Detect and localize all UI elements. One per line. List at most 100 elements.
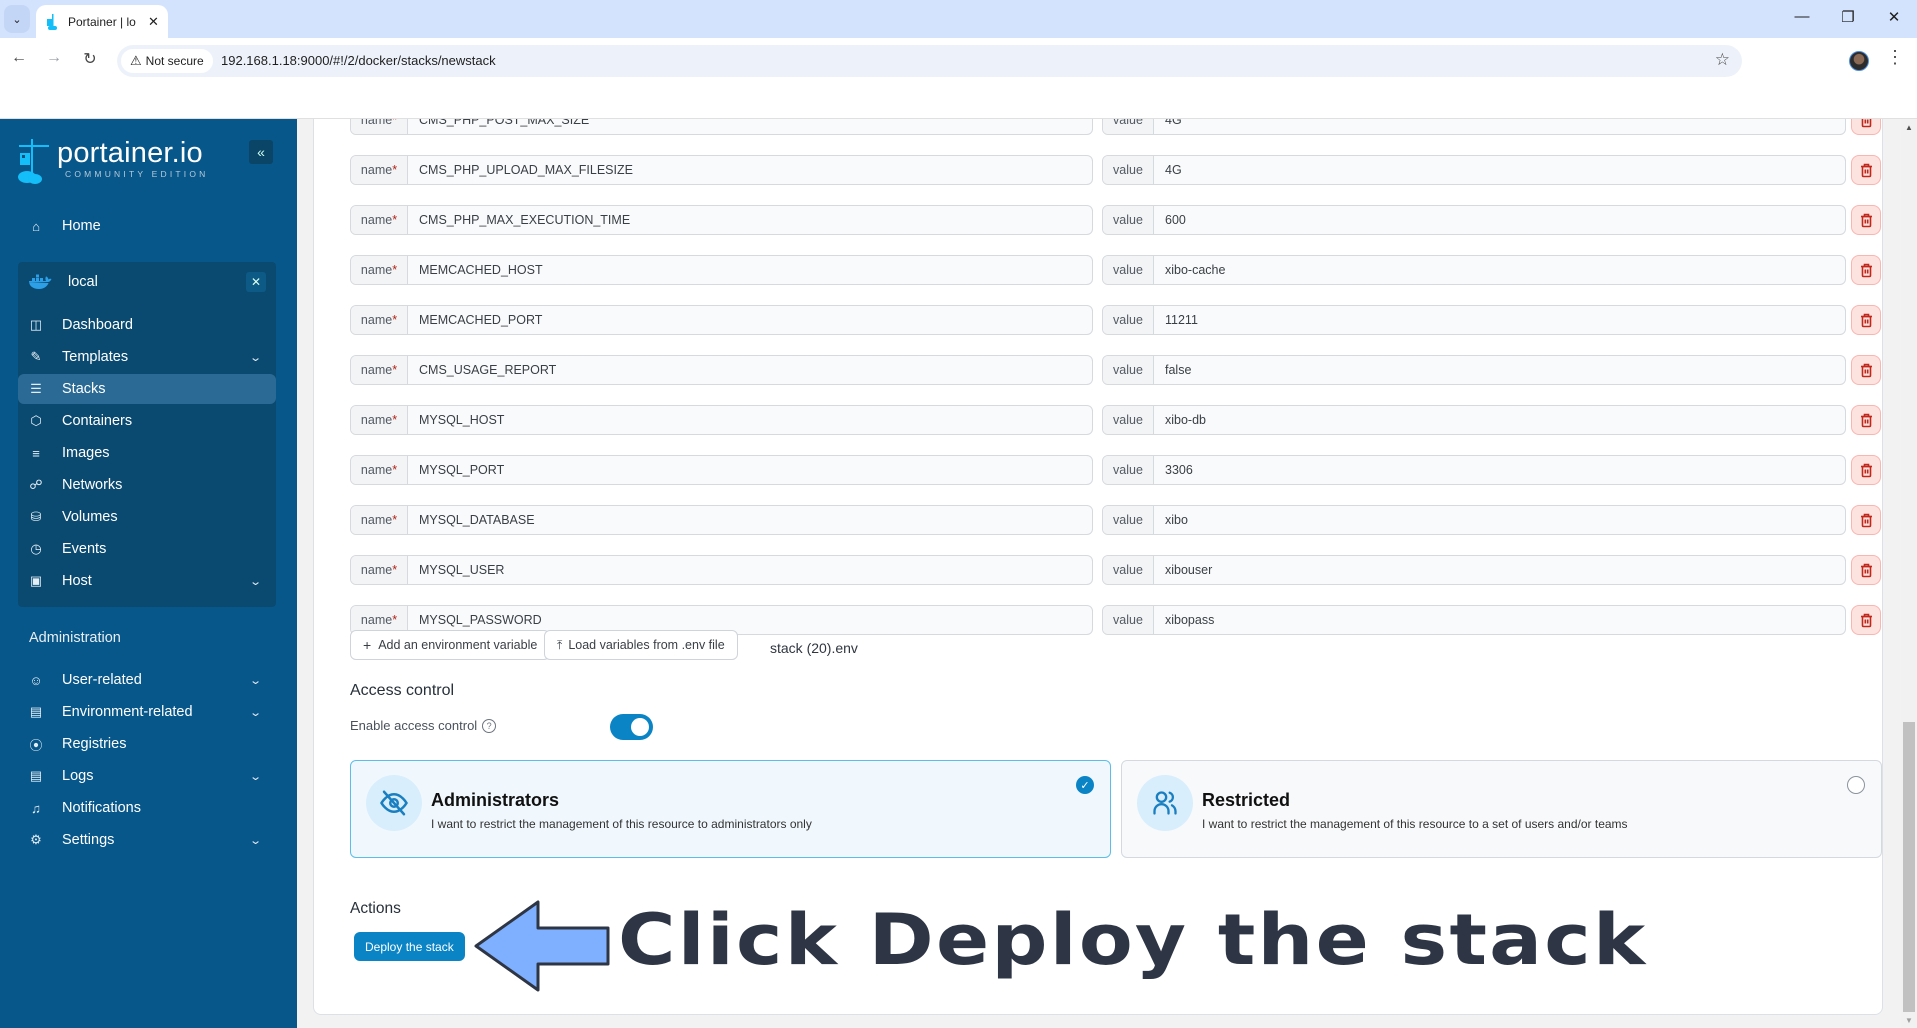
close-window-icon[interactable]: ✕ — [1879, 8, 1909, 26]
remove-env-variable-button[interactable] — [1851, 405, 1881, 435]
page-scrollbar[interactable]: ▲ ▼ — [1901, 119, 1917, 1028]
portainer-logo[interactable]: portainer.io COMMUNITY EDITION — [16, 137, 209, 185]
back-icon[interactable]: ← — [7, 49, 31, 67]
env-name-input[interactable]: MYSQL_PORT — [408, 456, 1092, 484]
env-value-input[interactable]: 4G — [1154, 156, 1845, 184]
access-control-toggle[interactable] — [610, 714, 653, 740]
sidebar-item-settings[interactable]: ⚙ Settings ⌄ — [18, 825, 276, 855]
remove-env-variable-button[interactable] — [1851, 355, 1881, 385]
trash-icon — [1860, 119, 1873, 128]
sidebar-item-images[interactable]: ≡ Images — [18, 438, 276, 468]
remove-env-variable-button[interactable] — [1851, 205, 1881, 235]
forward-icon[interactable]: → — [42, 49, 66, 67]
scroll-up-icon[interactable]: ▲ — [1905, 123, 1913, 132]
address-bar[interactable]: ⚠ Not secure 192.168.1.18:9000/#!/2/dock… — [117, 45, 1742, 77]
load-env-file-button[interactable]: ⤒ Load variables from .env file — [544, 630, 738, 660]
access-control-heading: Access control — [350, 682, 455, 699]
env-name-input[interactable]: CMS_PHP_MAX_EXECUTION_TIME — [408, 206, 1092, 234]
add-env-variable-button[interactable]: + Add an environment variable — [350, 630, 551, 660]
dashboard-icon: ◫ — [29, 317, 43, 332]
env-value-input[interactable]: 600 — [1154, 206, 1845, 234]
env-name-input[interactable]: MEMCACHED_PORT — [408, 306, 1092, 334]
env-value-input[interactable]: xibopass — [1154, 606, 1845, 634]
sidebar-item-home[interactable]: ⌂ Home — [18, 211, 276, 241]
browser-menu-icon[interactable]: ⋮ — [1886, 47, 1904, 68]
chevron-down-icon[interactable]: ⌄ — [249, 674, 262, 687]
close-environment-button[interactable]: ✕ — [246, 272, 266, 292]
help-icon[interactable]: ? — [482, 718, 497, 733]
required-mark: * — [392, 363, 398, 377]
env-value-input[interactable]: xibo-cache — [1154, 256, 1845, 284]
env-name-input[interactable]: MYSQL_USER — [408, 556, 1092, 584]
value-addon: value — [1103, 306, 1154, 334]
remove-env-variable-button[interactable] — [1851, 555, 1881, 585]
trash-icon — [1860, 163, 1873, 178]
name-addon-text: name — [360, 213, 393, 227]
scroll-down-icon[interactable]: ▼ — [1905, 1016, 1913, 1025]
env-name-group: name * MYSQL_PORT — [350, 455, 1093, 485]
env-value-input[interactable]: false — [1154, 356, 1845, 384]
security-chip[interactable]: ⚠ Not secure — [121, 49, 213, 73]
env-value-input[interactable]: xibo-db — [1154, 406, 1845, 434]
profile-avatar[interactable] — [1849, 51, 1869, 71]
chevron-down-icon[interactable]: ⌄ — [249, 706, 262, 719]
sidebar-item-stacks[interactable]: ☰ Stacks — [18, 374, 276, 404]
remove-env-variable-button[interactable] — [1851, 505, 1881, 535]
sidebar-item-events[interactable]: ◷ Events — [18, 534, 276, 564]
env-variable-row: name * MYSQL_USER value xibouser — [350, 555, 1901, 585]
sidebar-item-notifications[interactable]: ♫ Notifications — [18, 793, 276, 823]
env-name-input[interactable]: MEMCACHED_HOST — [408, 256, 1092, 284]
minimize-icon[interactable]: — — [1787, 8, 1817, 25]
env-value-input[interactable]: 4G — [1154, 119, 1845, 134]
sidebar-item-dashboard[interactable]: ◫ Dashboard — [18, 310, 276, 340]
tab-search-button[interactable]: ⌄ — [4, 5, 30, 33]
env-value-input[interactable]: xibo — [1154, 506, 1845, 534]
remove-env-variable-button[interactable] — [1851, 605, 1881, 635]
sidebar-item-registries[interactable]: ⦿ Registries — [18, 729, 276, 759]
sidebar-item-label: User-related — [62, 672, 142, 688]
url-text[interactable]: 192.168.1.18:9000/#!/2/docker/stacks/new… — [221, 53, 496, 68]
restricted-option[interactable]: Restricted I want to restrict the manage… — [1121, 760, 1882, 858]
administrators-option[interactable]: Administrators I want to restrict the ma… — [350, 760, 1111, 858]
remove-env-variable-button[interactable] — [1851, 455, 1881, 485]
sidebar-item-logs[interactable]: ▤ Logs ⌄ — [18, 761, 276, 791]
sidebar-item-volumes[interactable]: ⛁ Volumes — [18, 502, 276, 532]
sidebar-item-label: Networks — [62, 477, 123, 493]
chevron-down-icon[interactable]: ⌄ — [249, 575, 262, 588]
gear-icon: ⚙ — [30, 832, 42, 847]
remove-env-variable-button[interactable] — [1851, 255, 1881, 285]
collapse-sidebar-button[interactable]: « — [249, 140, 273, 164]
trash-icon — [1860, 613, 1873, 628]
env-name-input[interactable]: MYSQL_HOST — [408, 406, 1092, 434]
reload-icon[interactable]: ↻ — [78, 49, 102, 69]
env-name-group: name * CMS_PHP_UPLOAD_MAX_FILESIZE — [350, 155, 1093, 185]
bookmark-star-icon[interactable]: ☆ — [1715, 50, 1730, 70]
chevron-down-icon[interactable]: ⌄ — [249, 834, 262, 847]
env-name-input[interactable]: CMS_PHP_UPLOAD_MAX_FILESIZE — [408, 156, 1092, 184]
env-name-input[interactable]: MYSQL_DATABASE — [408, 506, 1092, 534]
sidebar-item-host[interactable]: ▣ Host ⌄ — [18, 566, 276, 596]
env-name-input[interactable]: CMS_PHP_POST_MAX_SIZE — [408, 119, 1092, 134]
env-value-input[interactable]: xibouser — [1154, 556, 1845, 584]
env-name-input[interactable]: CMS_USAGE_REPORT — [408, 356, 1092, 384]
sidebar-item-containers[interactable]: ⬡ Containers — [18, 406, 276, 436]
scrollbar-thumb[interactable] — [1903, 722, 1915, 1012]
browser-tab[interactable]: Portainer | lo ✕ — [36, 5, 168, 38]
remove-env-variable-button[interactable] — [1851, 155, 1881, 185]
sidebar-item-environment-related[interactable]: ▤ Environment-related ⌄ — [18, 697, 276, 727]
environment-header[interactable]: local — [28, 274, 98, 290]
restore-icon[interactable]: ❐ — [1833, 8, 1863, 26]
env-value-input[interactable]: 3306 — [1154, 456, 1845, 484]
name-addon: name * — [351, 406, 408, 434]
remove-env-variable-button[interactable] — [1851, 305, 1881, 335]
close-tab-icon[interactable]: ✕ — [148, 14, 159, 30]
remove-env-variable-button[interactable] — [1851, 119, 1881, 135]
deploy-stack-button[interactable]: Deploy the stack — [354, 932, 465, 961]
sidebar-item-user-related[interactable]: ☺ User-related ⌄ — [18, 665, 276, 695]
chevron-down-icon[interactable]: ⌄ — [249, 351, 262, 364]
double-chevron-left-icon: « — [257, 144, 265, 160]
chevron-down-icon[interactable]: ⌄ — [249, 770, 262, 783]
env-value-input[interactable]: 11211 — [1154, 306, 1845, 334]
sidebar-item-networks[interactable]: ☍ Networks — [18, 470, 276, 500]
sidebar-item-templates[interactable]: ✎ Templates ⌄ — [18, 342, 276, 372]
